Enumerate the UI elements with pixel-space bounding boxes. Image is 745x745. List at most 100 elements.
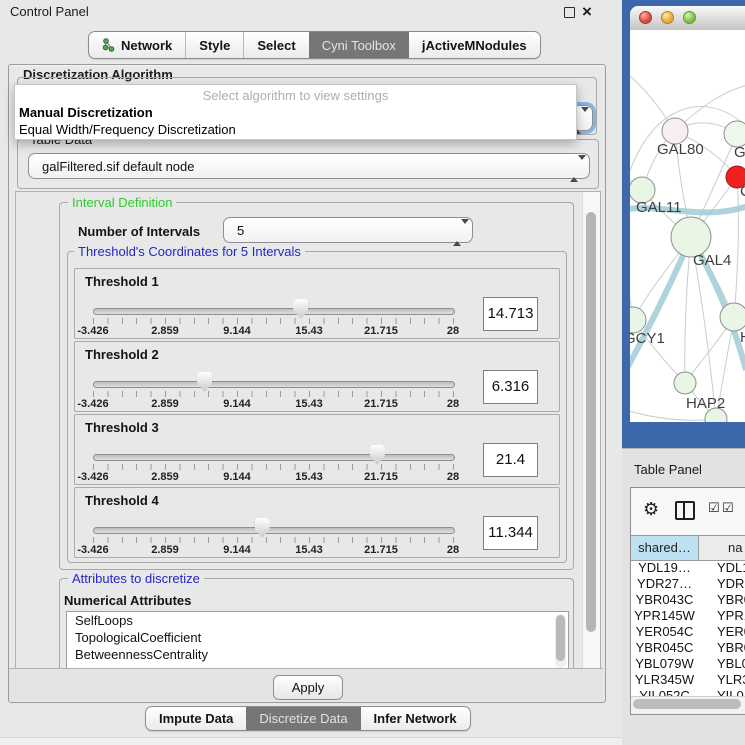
tab-jactivemnodules[interactable]: jActiveMNodules — [409, 32, 540, 58]
threshold-slider[interactable]: -3.4262.8599.14415.4321.71528 — [93, 516, 453, 556]
slider-thumb[interactable] — [370, 445, 385, 465]
scrollbar-thumb[interactable] — [586, 212, 596, 632]
close-icon[interactable]: × — [582, 1, 592, 23]
table-rows: YDL19…YDL1YDR27…YDR2YBR043CYBR0YPR145WYP… — [631, 560, 745, 704]
table-row[interactable]: YDR27…YDR2 — [631, 576, 745, 592]
minimize-traffic-light[interactable] — [661, 11, 674, 24]
slider-thumb[interactable] — [197, 372, 212, 392]
cell-name[interactable]: YPR1 — [699, 608, 745, 624]
network-canvas[interactable]: GAL80GACGAL11GAL4GCY1HHAP2 — [630, 30, 745, 422]
cell-shared-name[interactable]: YDL19… — [631, 560, 698, 576]
slider-track[interactable] — [93, 527, 455, 534]
cell-shared-name[interactable]: YBR043C — [631, 592, 698, 608]
table-row[interactable]: YLR345WYLR3 — [631, 672, 745, 688]
scale-tick-label: 28 — [447, 471, 459, 483]
cell-name[interactable]: YER0 — [699, 624, 745, 640]
cell-name[interactable]: YBL0 — [699, 656, 745, 672]
table-data-combobox[interactable]: galFiltered.sif default node — [28, 153, 590, 179]
attribute-list-item[interactable]: BetweennessCentrality — [67, 646, 568, 663]
slider-ticks — [93, 537, 454, 543]
network-node-gal4[interactable] — [671, 217, 711, 257]
close-traffic-light[interactable] — [639, 11, 652, 24]
zoom-traffic-light[interactable] — [683, 11, 696, 24]
attribute-list-item[interactable]: SelfLoops — [67, 612, 568, 629]
scale-tick-label: 9.144 — [223, 471, 251, 483]
table-row[interactable]: YBL079WYBL0 — [631, 656, 745, 672]
column-header-shared-name[interactable]: shared… — [631, 536, 699, 560]
algorithm-option-manual-discretization[interactable]: Manual Discretization — [19, 105, 153, 120]
tab-cyni-toolbox[interactable]: Cyni Toolbox — [309, 32, 409, 58]
threshold-value-field[interactable]: 21.4 — [483, 443, 538, 477]
tab-label: jActiveMNodules — [422, 38, 527, 53]
slider-track[interactable] — [93, 308, 455, 315]
cell-shared-name[interactable]: YPR145W — [631, 608, 698, 624]
cell-name[interactable]: YBR0 — [699, 640, 745, 656]
attributes-list-scrollbar[interactable] — [555, 614, 566, 668]
checkbox-icon[interactable]: ☑ — [722, 501, 734, 516]
cell-name[interactable]: YBR0 — [699, 592, 745, 608]
threshold-label: Threshold 2 — [85, 347, 159, 362]
table-row[interactable]: YBR045CYBR0 — [631, 640, 745, 656]
cell-shared-name[interactable]: YBR045C — [631, 640, 698, 656]
table-row[interactable]: YER054CYER0 — [631, 624, 745, 640]
thresholds-legend: Threshold's Coordinates for 5 Intervals — [74, 244, 305, 259]
network-node-hap2[interactable] — [674, 372, 696, 394]
gear-icon[interactable]: ⚙ — [643, 498, 659, 522]
threshold-slider[interactable]: -3.4262.8599.14415.4321.71528 — [93, 297, 453, 337]
checkbox-icon[interactable]: ☑ — [708, 501, 720, 516]
scrollbar-thumb[interactable] — [633, 699, 741, 709]
slider-track[interactable] — [93, 454, 455, 461]
cell-name[interactable]: YDR2 — [699, 576, 745, 592]
tab-style[interactable]: Style — [185, 32, 243, 58]
cell-name[interactable]: YLR3 — [699, 672, 745, 688]
slider-thumb[interactable] — [293, 299, 308, 319]
tab-infer-network[interactable]: Infer Network — [361, 707, 470, 730]
tab-select[interactable]: Select — [243, 32, 308, 58]
cell-shared-name[interactable]: YDR27… — [631, 576, 698, 592]
interval-definition-legend: Interval Definition — [68, 195, 176, 210]
settings-vertical-scrollbar[interactable] — [582, 192, 601, 669]
scale-tick-label: 2.859 — [151, 325, 179, 337]
threshold-value-field[interactable]: 11.344 — [483, 516, 538, 550]
slider-scale-labels: -3.4262.8599.14415.4321.71528 — [93, 544, 453, 556]
table-row[interactable]: YPR145WYPR1 — [631, 608, 745, 624]
table-row[interactable]: YBR043CYBR0 — [631, 592, 745, 608]
cell-shared-name[interactable]: YER054C — [631, 624, 698, 640]
scale-tick-label: -3.426 — [77, 398, 108, 410]
tab-discretize-data[interactable]: Discretize Data — [246, 707, 360, 730]
slider-track[interactable] — [93, 381, 455, 388]
column-layout-icon[interactable] — [675, 501, 695, 520]
threshold-value-field[interactable]: 6.316 — [483, 370, 538, 404]
column-header-name[interactable]: na — [699, 536, 745, 560]
combo-arrows-icon — [570, 160, 579, 178]
network-node-h[interactable] — [720, 303, 745, 331]
thresholds-group: Threshold's Coordinates for 5 Intervals … — [67, 251, 567, 563]
threshold-value-field[interactable]: 14.713 — [483, 297, 538, 331]
cell-shared-name[interactable]: YBL079W — [631, 656, 698, 672]
table-horizontal-scrollbar[interactable] — [631, 696, 745, 715]
threshold-slider[interactable]: -3.4262.8599.14415.4321.71528 — [93, 370, 453, 410]
num-intervals-combobox[interactable]: 5 — [223, 217, 473, 243]
tab-network[interactable]: Network — [89, 32, 185, 58]
cyni-toolbox-panel: Discretization Algorithm Select algorith… — [8, 64, 606, 703]
algorithm-option-equal-width-frequency-discretization[interactable]: Equal Width/Frequency Discretization — [19, 122, 236, 137]
scale-tick-label: 2.859 — [151, 398, 179, 410]
threshold-slider[interactable]: -3.4262.8599.14415.4321.71528 — [93, 443, 453, 483]
attribute-list-item[interactable]: TopologicalCoefficient — [67, 629, 568, 646]
node-label: GA — [734, 144, 745, 161]
scale-tick-label: 9.144 — [223, 398, 251, 410]
scale-tick-label: 21.715 — [364, 544, 398, 556]
cell-name[interactable]: YDL1 — [699, 560, 745, 576]
num-intervals-label: Number of Intervals — [78, 224, 200, 239]
network-graph: GAL80GACGAL11GAL4GCY1HHAP2 — [630, 30, 745, 422]
node-label: GAL80 — [657, 141, 704, 158]
network-window-titlebar[interactable] — [630, 6, 745, 31]
tab-impute-data[interactable]: Impute Data — [146, 707, 246, 730]
tab-label: Impute Data — [159, 711, 233, 726]
float-window-icon[interactable] — [564, 7, 575, 18]
slider-thumb[interactable] — [255, 518, 270, 538]
cell-shared-name[interactable]: YLR345W — [631, 672, 698, 688]
table-row[interactable]: YDL19…YDL1 — [631, 560, 745, 576]
network-view-window[interactable]: GAL80GACGAL11GAL4GCY1HHAP2 — [622, 0, 745, 448]
apply-button[interactable]: Apply — [273, 675, 343, 700]
